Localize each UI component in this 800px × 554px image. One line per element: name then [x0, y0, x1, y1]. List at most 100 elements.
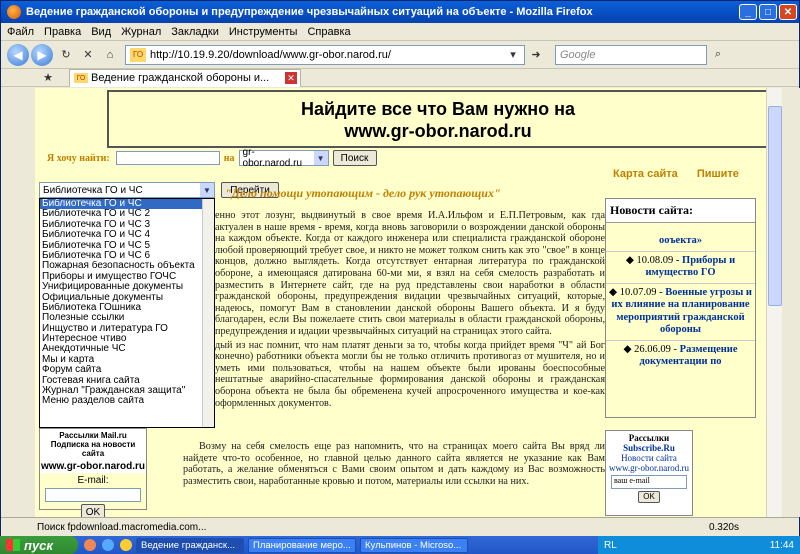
dropdown-scrollbar[interactable]	[202, 199, 214, 427]
paragraph-1: енно этот лозунг, выдвинутый в свое врем…	[215, 210, 605, 337]
news-item[interactable]: ◆ 10.08.09 - Приборы и имущество ГО	[606, 250, 755, 283]
list-item[interactable]: Библиотечка ГО и ЧС 3	[40, 220, 214, 230]
rbox-url[interactable]: www.gr-obor.narod.ru	[606, 463, 692, 473]
go-arrow-icon[interactable]: ➜	[528, 47, 544, 63]
search-button[interactable]: Поиск	[332, 150, 377, 166]
section-select[interactable]: Библиотечка ГО и ЧС ▼	[39, 182, 215, 198]
star-icon[interactable]: ★	[40, 70, 56, 86]
status-bar: Поиск fpdownload.macromedia.com... 0.320…	[1, 517, 799, 536]
banner-line-2: www.gr-obor.narod.ru	[344, 121, 532, 141]
maximize-button[interactable]: □	[759, 4, 777, 20]
menu-file[interactable]: Файл	[7, 26, 34, 38]
right-strip	[782, 88, 800, 517]
stop-icon[interactable]: ✕	[80, 47, 96, 63]
chevron-down-icon: ▼	[200, 183, 214, 197]
list-item[interactable]: Гостевая книга сайта	[40, 376, 214, 386]
search-site-value: gr-obor.narod.ru	[242, 147, 303, 169]
rbox-email-field[interactable]: ваш e-mail	[611, 475, 687, 489]
subscribe-ru-box: Рассылки Subscribe.Ru Новости сайта www.…	[605, 430, 693, 516]
list-item[interactable]: Форум сайта	[40, 365, 214, 375]
menu-tools[interactable]: Инструменты	[229, 26, 298, 38]
list-item[interactable]: Приборы и имущество ГОЧС	[40, 272, 214, 282]
section-dropdown-list[interactable]: Библиотечка ГО и ЧС Библиотечка ГО и ЧС …	[39, 198, 215, 428]
list-item[interactable]: Унифицированные документы	[40, 282, 214, 292]
language-indicator[interactable]: RL	[598, 540, 617, 551]
forward-button[interactable]: ▶	[31, 43, 53, 66]
list-item[interactable]: Пожарная безопасность объекта	[40, 261, 214, 271]
menu-bookmarks[interactable]: Закладки	[171, 26, 219, 38]
back-button[interactable]: ◀	[7, 43, 29, 66]
site-search-input[interactable]	[115, 151, 220, 165]
menu-help[interactable]: Справка	[307, 26, 350, 38]
menu-history[interactable]: Журнал	[121, 26, 161, 38]
tab-close-icon[interactable]: ✕	[285, 72, 297, 84]
banner-line-1: Найдите все что Вам нужно на	[301, 99, 575, 119]
paragraph-3: Возму на себя смелость еще раз напомнить…	[183, 441, 605, 487]
page-scrollbar[interactable]	[766, 88, 782, 517]
email-field[interactable]	[45, 488, 141, 502]
list-item[interactable]: Библиотечка ГО и ЧС 6	[40, 251, 214, 261]
start-button[interactable]: пуск	[0, 536, 78, 554]
list-item[interactable]: Анекдотичные ЧС	[40, 344, 214, 354]
menu-view[interactable]: Вид	[91, 26, 111, 38]
subscribe-url[interactable]: www.gr-obor.narod.ru	[40, 460, 146, 473]
menu-bar: Файл Правка Вид Журнал Закладки Инструме…	[1, 23, 799, 41]
site-search-row: Я хочу найти: на gr-obor.narod.ru ▼ Поиск	[47, 147, 377, 169]
minimize-button[interactable]: _	[739, 4, 757, 20]
home-icon[interactable]: ⌂	[102, 47, 118, 63]
list-item[interactable]: Меню разделов сайта	[40, 396, 214, 406]
navigation-toolbar: ◀ ▶ ↻ ✕ ⌂ ГО http://10.19.9.20/download/…	[1, 41, 799, 69]
news-date: 26.06.09 -	[634, 343, 678, 355]
list-item[interactable]: Библиотечка ГО и ЧС	[40, 199, 214, 210]
task-firefox[interactable]: Ведение гражданск...	[136, 537, 244, 553]
list-item[interactable]: Мы и карта	[40, 355, 214, 365]
chevron-down-icon: ▼	[313, 151, 328, 165]
windows-taskbar: пуск Ведение гражданск... Планирование м…	[0, 536, 800, 554]
ok-button[interactable]: OK	[81, 504, 105, 517]
tab-favicon: ГО	[74, 73, 88, 83]
start-label: пуск	[24, 537, 53, 553]
list-item[interactable]: Интересное чтиво	[40, 334, 214, 344]
search-box[interactable]: Google	[555, 44, 707, 65]
news-first[interactable]: ооъекта»	[606, 223, 755, 251]
rbox-sub[interactable]: Subscribe.Ru	[606, 443, 692, 453]
article-heading: "Дело помощи утопающим - дело рук утопаю…	[225, 186, 501, 200]
site-banner[interactable]: Найдите все что Вам нужно на www.gr-obor…	[107, 90, 766, 148]
article-paragraph-3: Возму на себя смелость еще раз напомнить…	[183, 441, 605, 487]
list-item[interactable]: Официальные документы	[40, 293, 214, 303]
list-item[interactable]: Журнал "Гражданская защита"	[40, 386, 214, 396]
task-folder[interactable]: Планирование меро...	[248, 537, 356, 553]
tab-current[interactable]: ГО Ведение гражданской обороны и... ✕	[69, 68, 301, 87]
list-item[interactable]: Библиотечка ГО и ЧС 2	[40, 209, 214, 219]
list-item[interactable]: Библиотечка ГО и ЧС 5	[40, 241, 214, 251]
system-tray: RL 11:44	[598, 536, 800, 554]
search-icon[interactable]: ⌕	[710, 47, 726, 63]
list-item[interactable]: Библиотека ГОшника	[40, 303, 214, 313]
news-item[interactable]: ◆ 10.07.09 - Военные угрозы и их влияние…	[606, 282, 755, 340]
close-button[interactable]: ✕	[779, 4, 797, 20]
write-link[interactable]: Пишите	[697, 168, 739, 180]
task-word[interactable]: Кульпинов - Microso...	[360, 537, 468, 553]
news-date: 10.07.09 -	[619, 286, 663, 298]
email-label: E-mail:	[77, 475, 109, 486]
quicklaunch-icon[interactable]	[120, 539, 132, 551]
news-item[interactable]: ◆ 26.06.09 - Размещение документации по	[606, 339, 755, 372]
address-bar[interactable]: ГО http://10.19.9.20/download/www.gr-obo…	[125, 44, 525, 65]
reload-icon[interactable]: ↻	[58, 47, 74, 63]
search-label: Я хочу найти:	[47, 152, 110, 164]
quicklaunch-icon[interactable]	[84, 539, 96, 551]
menu-edit[interactable]: Правка	[44, 26, 81, 38]
news-date: 10.08.09 -	[636, 254, 680, 266]
search-site-select[interactable]: gr-obor.narod.ru ▼	[238, 147, 329, 169]
list-item[interactable]: Полезные ссылки	[40, 313, 214, 323]
quicklaunch-icon[interactable]	[102, 539, 114, 551]
list-item[interactable]: Библиотечка ГО и ЧС 4	[40, 230, 214, 240]
site-map-link[interactable]: Карта сайта	[613, 168, 678, 180]
search-on-label: на	[223, 152, 235, 164]
left-strip	[2, 88, 35, 517]
tab-bar: ★ ГО Ведение гражданской обороны и... ✕	[1, 68, 799, 87]
dropdown-icon[interactable]: ▾	[505, 47, 521, 63]
scrollbar-thumb[interactable]	[768, 106, 782, 306]
rbox-ok-button[interactable]: OK	[638, 491, 660, 503]
list-item[interactable]: Инщуство и литература ГО	[40, 324, 214, 334]
